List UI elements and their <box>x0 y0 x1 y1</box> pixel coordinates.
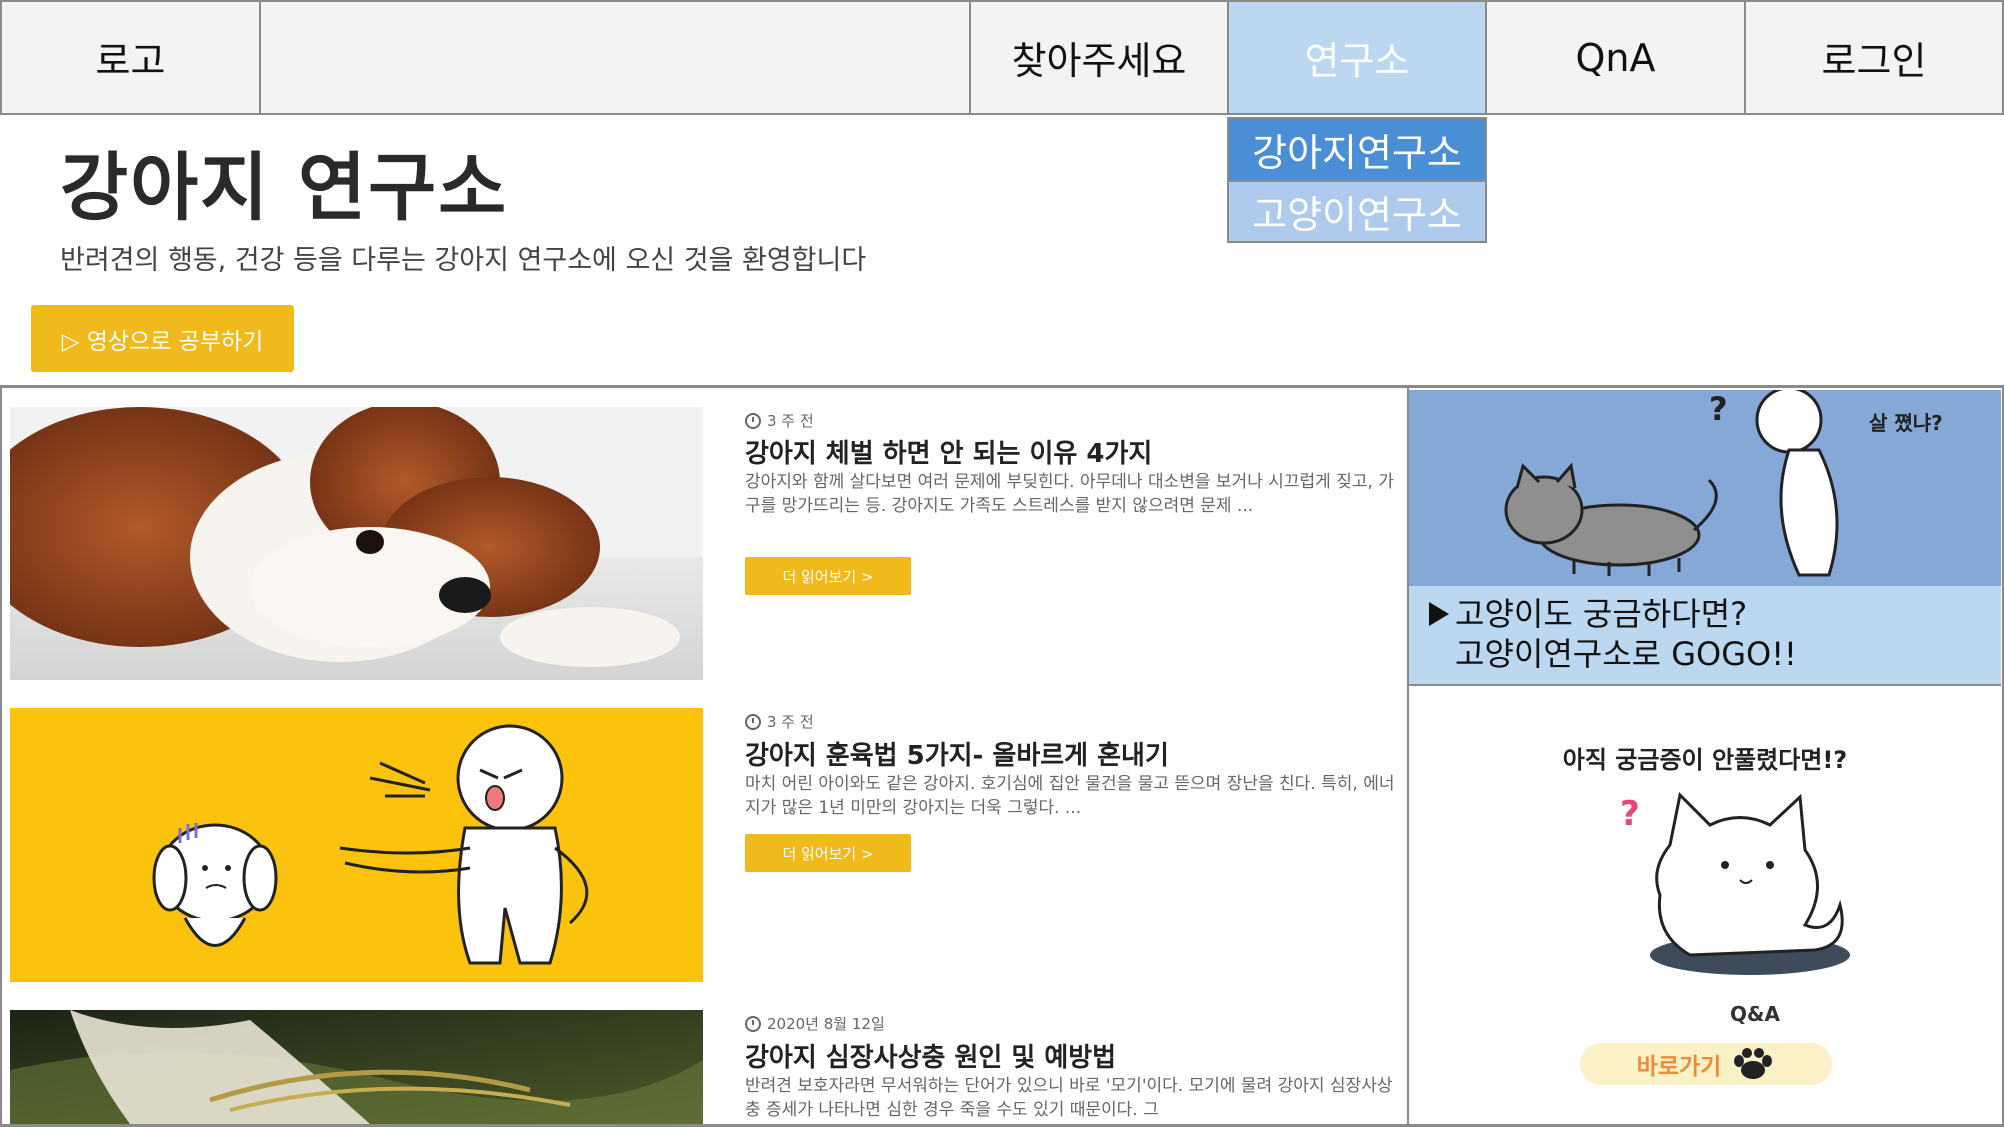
scolding-illustration-image <box>10 708 703 982</box>
top-nav: 로고 찾아주세요 연구소 QnA 로그인 <box>0 0 2004 117</box>
date-text: 3 주 전 <box>767 713 814 731</box>
qa-heading: 아직 궁금증이 안풀렸다면!? <box>1562 746 1848 774</box>
article-thumbnail-scolding-illustration[interactable] <box>10 708 703 982</box>
article-excerpt: 강아지와 함께 살다보면 여러 문제에 부딪힌다. 아무데나 대소변을 보거나 … <box>745 472 1394 516</box>
read-more-button[interactable]: 더 읽어보기 > <box>745 834 911 872</box>
article-date: 2020년 8월 12일 <box>745 1013 885 1034</box>
page-subtitle: 반려견의 행동, 건강 등을 다루는 강아지 연구소에 오신 것을 환영합니다 <box>60 245 867 276</box>
video-study-button[interactable]: ▷ 영상으로 공부하기 <box>31 305 294 372</box>
nav-item-label: QnA <box>1575 35 1656 80</box>
logo[interactable]: 로고 <box>0 0 261 115</box>
date-text: 2020년 8월 12일 <box>767 1015 885 1033</box>
article-thumbnail-heartworm-photo[interactable] <box>10 1010 703 1124</box>
date-text: 3 주 전 <box>767 412 814 430</box>
nav-item-login[interactable]: 로그인 <box>1744 0 2004 115</box>
divider <box>1409 684 2001 686</box>
lab-dropdown: 강아지연구소 고양이연구소 <box>1227 117 1487 243</box>
article-excerpt: 마치 어린 아이와도 같은 강아지. 호기심에 집안 물건을 물고 뜯으며 장난… <box>745 774 1395 818</box>
read-more-button[interactable]: 더 읽어보기 > <box>745 557 911 595</box>
confused-cat-illustration: ? <box>1620 791 1850 975</box>
nav-item-label: 로그인 <box>1821 39 1927 83</box>
logo-label: 로고 <box>95 39 166 83</box>
article-excerpt: 반려견 보호자라면 무서워하는 단어가 있으니 바로 '모기'이다. 모기에 물… <box>745 1076 1393 1120</box>
qa-go-button[interactable]: 바로가기 <box>1580 1043 1832 1085</box>
paw-icon <box>1734 1048 1773 1079</box>
cat-illustration-image: ? 살 쪘냐? <box>1504 390 1943 577</box>
cat-callout-line2: 고양이연구소로 GOGO!! <box>1455 635 1797 673</box>
dropdown-label: 고양이연구소 <box>1252 193 1462 237</box>
play-triangle-icon <box>1429 602 1449 626</box>
cat-callout-line1: 고양이도 궁금하다면? <box>1429 594 2001 634</box>
nav-item-label: 찾아주세요 <box>1011 39 1187 83</box>
dropdown-label: 강아지연구소 <box>1252 131 1462 175</box>
qa-go-label: 바로가기 <box>1636 1054 1722 1080</box>
qa-label: Q&A <box>1730 1002 1780 1026</box>
svg-text:?: ? <box>1620 794 1640 834</box>
nav-item-label: 연구소 <box>1304 39 1410 83</box>
heartworm-photo-image <box>10 1010 703 1124</box>
clock-icon <box>745 713 761 730</box>
article-date: 3 주 전 <box>745 711 814 732</box>
article-date: 3 주 전 <box>745 410 814 431</box>
page-title: 강아지 연구소 <box>60 145 509 231</box>
article-title[interactable]: 강아지 심장사상충 원인 및 예방법 <box>745 1037 1116 1074</box>
dog-photo-image <box>10 407 703 680</box>
dropdown-item-cat-lab[interactable]: 고양이연구소 <box>1227 180 1487 243</box>
cat-lab-callout[interactable]: 고양이도 궁금하다면? 고양이연구소로 GOGO!! <box>1409 586 2001 684</box>
banner-caption: 살 쪘냐? <box>1869 411 1943 435</box>
article-title[interactable]: 강아지 체벌 하면 안 되는 이유 4가지 <box>745 433 1152 470</box>
nav-item-qna[interactable]: QnA <box>1485 0 1746 115</box>
nav-spacer <box>259 0 971 115</box>
clock-icon <box>745 412 761 429</box>
nav-item-lab[interactable]: 연구소 <box>1227 0 1487 115</box>
svg-text:?: ? <box>1709 390 1728 428</box>
cat-lab-banner[interactable]: ? 살 쪘냐? <box>1409 390 2001 586</box>
callout-text: 고양이도 궁금하다면? <box>1455 595 1748 633</box>
article-thumbnail-dog-photo[interactable] <box>10 407 703 680</box>
article-title[interactable]: 강아지 훈육법 5가지- 올바르게 혼내기 <box>745 735 1169 772</box>
clock-icon <box>745 1015 761 1032</box>
nav-item-find[interactable]: 찾아주세요 <box>969 0 1229 115</box>
dropdown-item-dog-lab[interactable]: 강아지연구소 <box>1227 117 1487 180</box>
